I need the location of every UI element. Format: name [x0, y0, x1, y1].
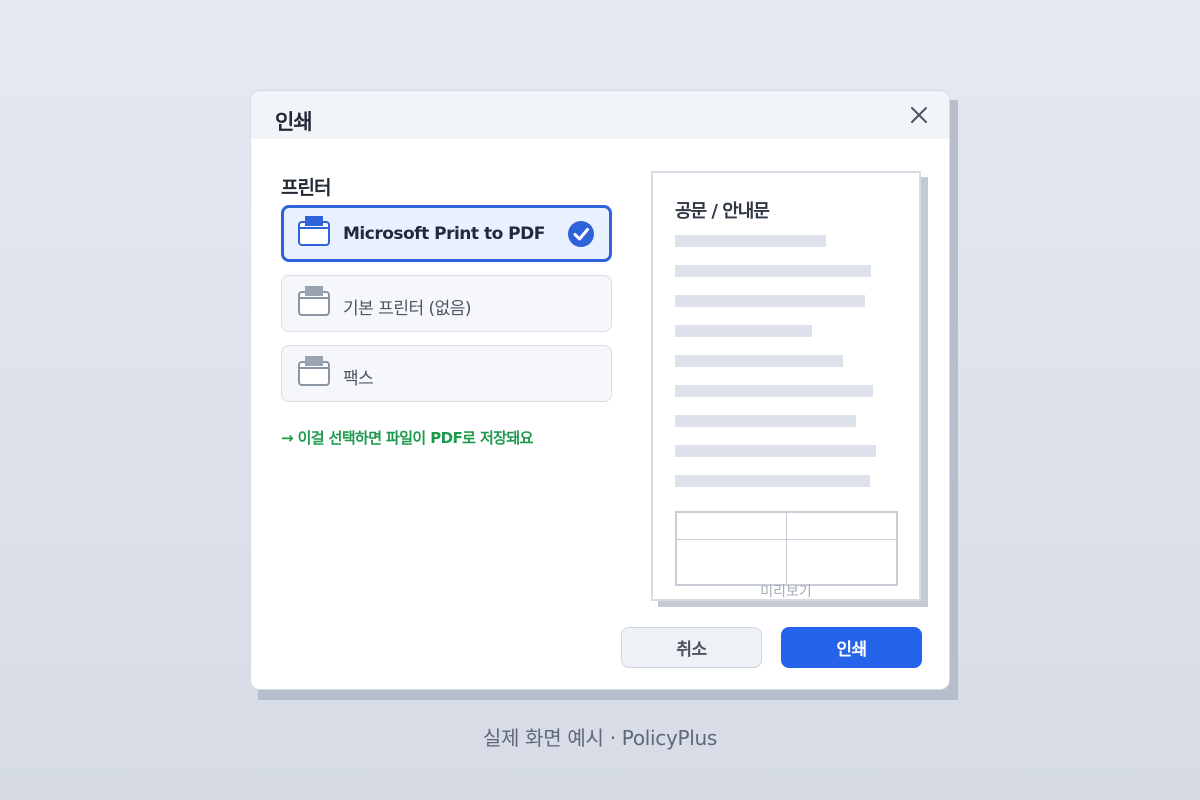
printer-section-label: 프린터 — [281, 177, 331, 199]
dialog-titlebar: 인쇄 — [251, 91, 949, 139]
preview-table-divider — [677, 539, 896, 540]
preview-label: 미리보기 — [760, 584, 812, 600]
printer-option-default[interactable]: 기본 프린터 (없음) — [281, 275, 612, 332]
printer-option-microsoft-pdf[interactable]: Microsoft Print to PDF — [281, 205, 612, 262]
pdf-hint-text: → 이걸 선택하면 파일이 PDF로 저장돼요 — [281, 429, 533, 447]
cancel-button[interactable]: 취소 — [621, 627, 762, 668]
close-icon[interactable] — [907, 103, 931, 127]
print-button[interactable]: 인쇄 — [781, 627, 922, 668]
preview-text-line — [675, 475, 870, 487]
preview-text-line — [675, 415, 856, 427]
printer-option-fax[interactable]: 팩스 — [281, 345, 612, 402]
printer-label: Microsoft Print to PDF — [343, 224, 545, 244]
checkmark-icon — [567, 220, 595, 248]
printer-icon — [297, 355, 331, 387]
preview-table-divider — [786, 513, 787, 584]
preview-text-line — [675, 385, 873, 397]
preview-text-line — [675, 325, 812, 337]
printer-label: 팩스 — [343, 369, 374, 389]
preview-doc-title: 공문 / 안내문 — [675, 201, 770, 222]
preview-table — [675, 511, 898, 586]
dialog-title: 인쇄 — [275, 110, 313, 134]
preview-text-line — [675, 265, 871, 277]
printer-icon — [297, 215, 331, 247]
preview-text-line — [675, 445, 876, 457]
footer-caption: 실제 화면 예시 · PolicyPlus — [482, 726, 718, 750]
preview-text-line — [675, 235, 826, 247]
printer-icon — [297, 285, 331, 317]
print-preview: 공문 / 안내문 미리보기 — [651, 171, 921, 601]
preview-text-line — [675, 295, 865, 307]
preview-text-line — [675, 355, 843, 367]
print-dialog: 인쇄 프린터 Microsoft Print to PDF 기본 프린터 (없음… — [250, 90, 950, 690]
printer-label: 기본 프린터 (없음) — [343, 299, 472, 319]
